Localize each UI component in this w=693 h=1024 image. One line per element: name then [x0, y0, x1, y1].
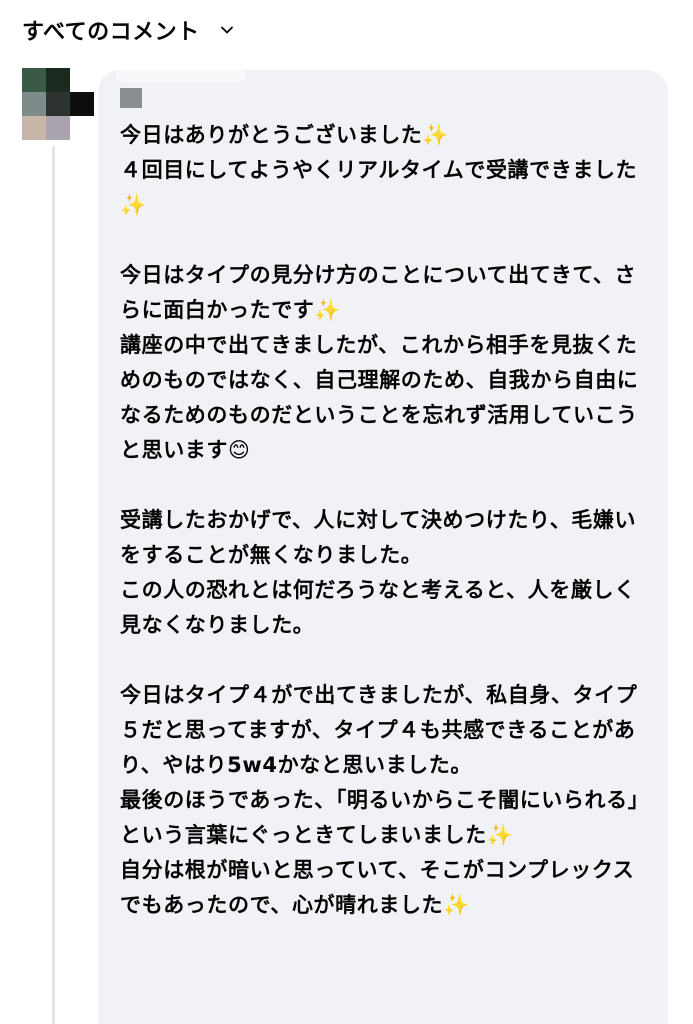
avatar[interactable]: [22, 68, 94, 140]
chevron-down-icon: [220, 26, 233, 34]
comment-body: 今日はありがとうございました✨ ４回目にしてようやくリアルタイムで受講できました…: [120, 123, 650, 917]
thread-line: [52, 146, 55, 1024]
author-name-blur: [116, 70, 246, 82]
author-name-redacted[interactable]: [120, 88, 142, 108]
comments-filter-dropdown[interactable]: すべてのコメント: [22, 14, 234, 46]
comments-filter-label: すべてのコメント: [22, 20, 200, 45]
